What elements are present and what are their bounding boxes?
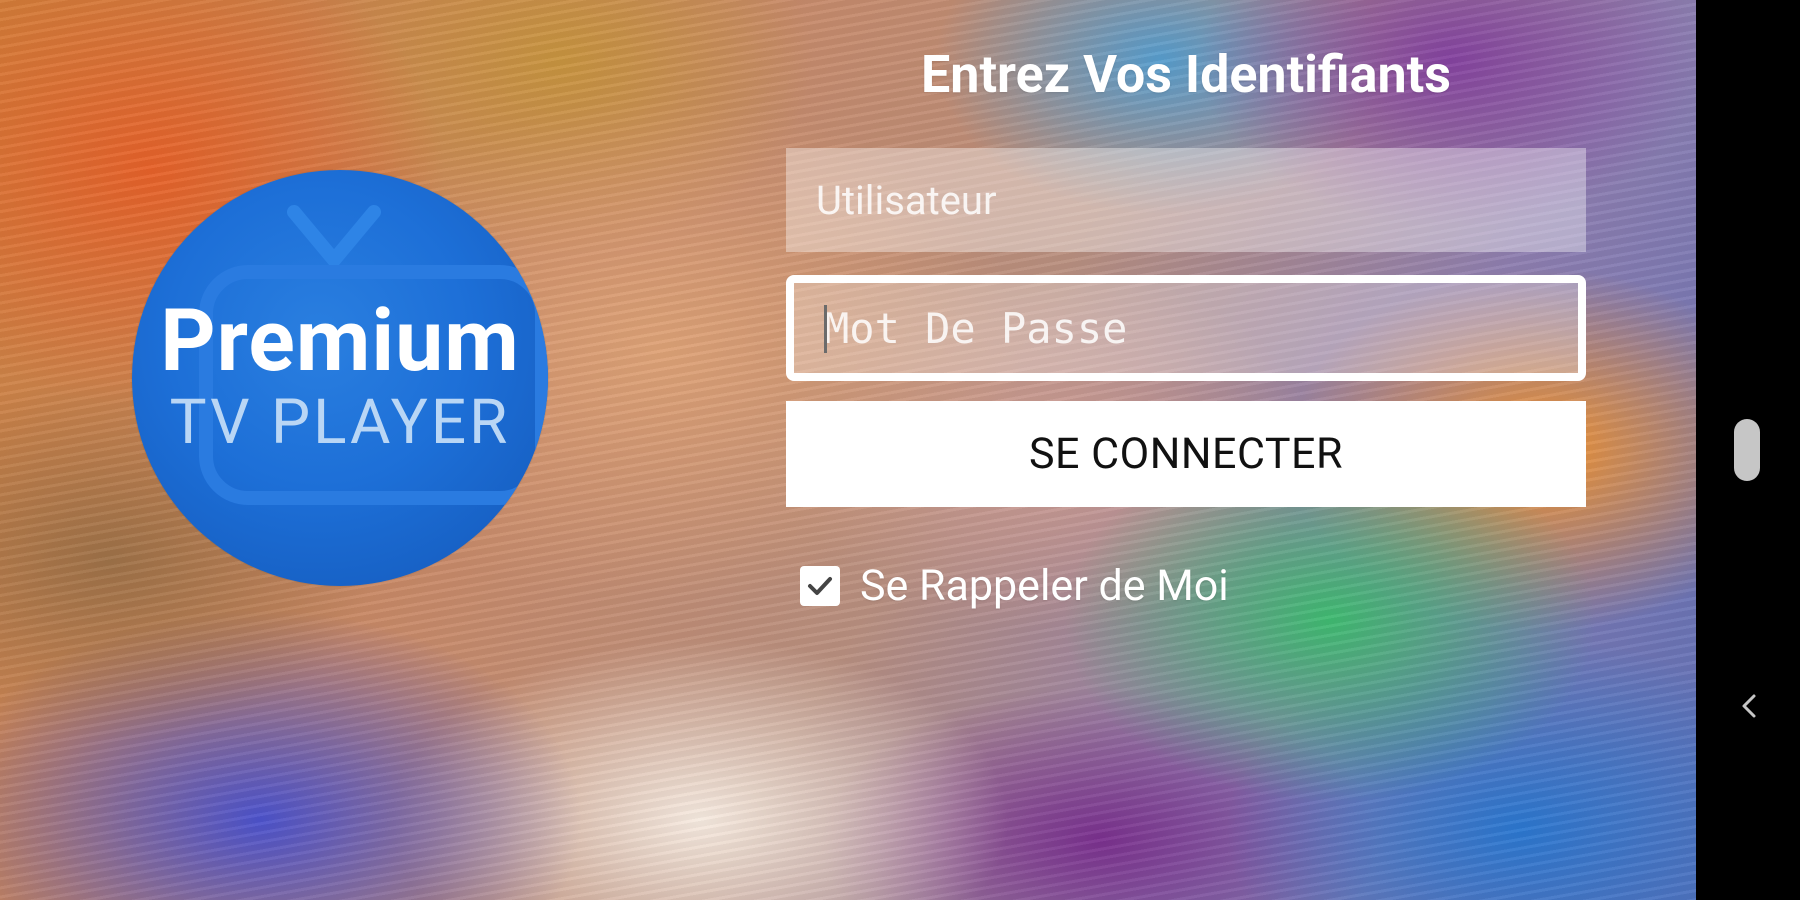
password-field-wrapper bbox=[786, 275, 1586, 381]
password-input[interactable] bbox=[794, 283, 1578, 373]
app-logo: Premium TV PLAYER bbox=[132, 170, 548, 586]
remember-me-checkbox[interactable] bbox=[800, 566, 840, 606]
chevron-left-icon[interactable] bbox=[1735, 688, 1761, 724]
login-button[interactable]: SE CONNECTER bbox=[786, 401, 1586, 507]
remember-me-label: Se Rappeler de Moi bbox=[860, 561, 1229, 611]
checkmark-icon bbox=[808, 577, 832, 595]
home-pill-button[interactable] bbox=[1734, 419, 1760, 481]
logo-wordmark: Premium bbox=[160, 290, 520, 391]
text-cursor bbox=[824, 305, 827, 353]
logo-subtitle: TV PLAYER bbox=[169, 386, 511, 459]
login-title: Entrez Vos Identifiants bbox=[921, 44, 1451, 105]
login-screen: Premium TV PLAYER Entrez Vos Identifiant… bbox=[0, 0, 1696, 900]
username-input[interactable] bbox=[786, 148, 1586, 252]
remember-me-row[interactable]: Se Rappeler de Moi bbox=[800, 556, 1229, 616]
